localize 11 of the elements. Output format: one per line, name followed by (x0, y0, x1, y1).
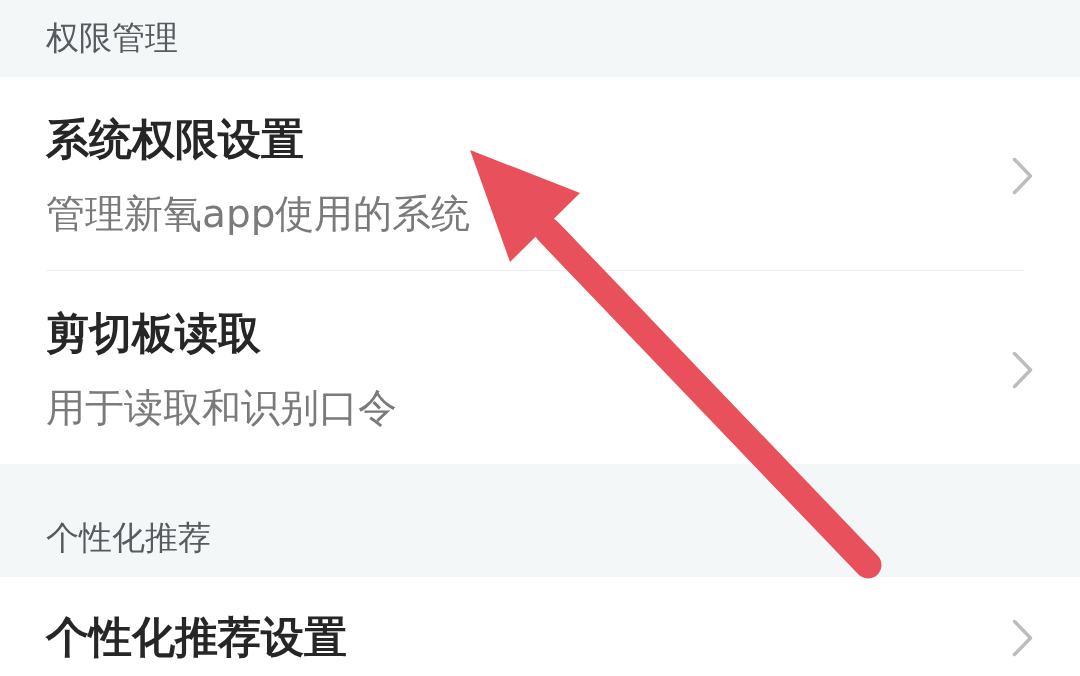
settings-row[interactable]: 个性化推荐设置 (0, 577, 1080, 676)
chevron-right-icon (1012, 156, 1033, 195)
row-subtitle: 管理新氧app使用的系统 (46, 190, 471, 238)
row-title: 剪切板读取 (46, 307, 261, 360)
settings-row[interactable]: 剪切板读取 用于读取和识别口令 (0, 271, 1080, 464)
row-subtitle: 用于读取和识别口令 (46, 384, 397, 432)
chevron-right-icon (1012, 350, 1033, 389)
row-title: 系统权限设置 (46, 113, 304, 166)
chevron-right-icon (1012, 618, 1033, 657)
settings-row[interactable]: 系统权限设置 管理新氧app使用的系统 (0, 77, 1080, 270)
row-title: 个性化推荐设置 (46, 611, 347, 664)
